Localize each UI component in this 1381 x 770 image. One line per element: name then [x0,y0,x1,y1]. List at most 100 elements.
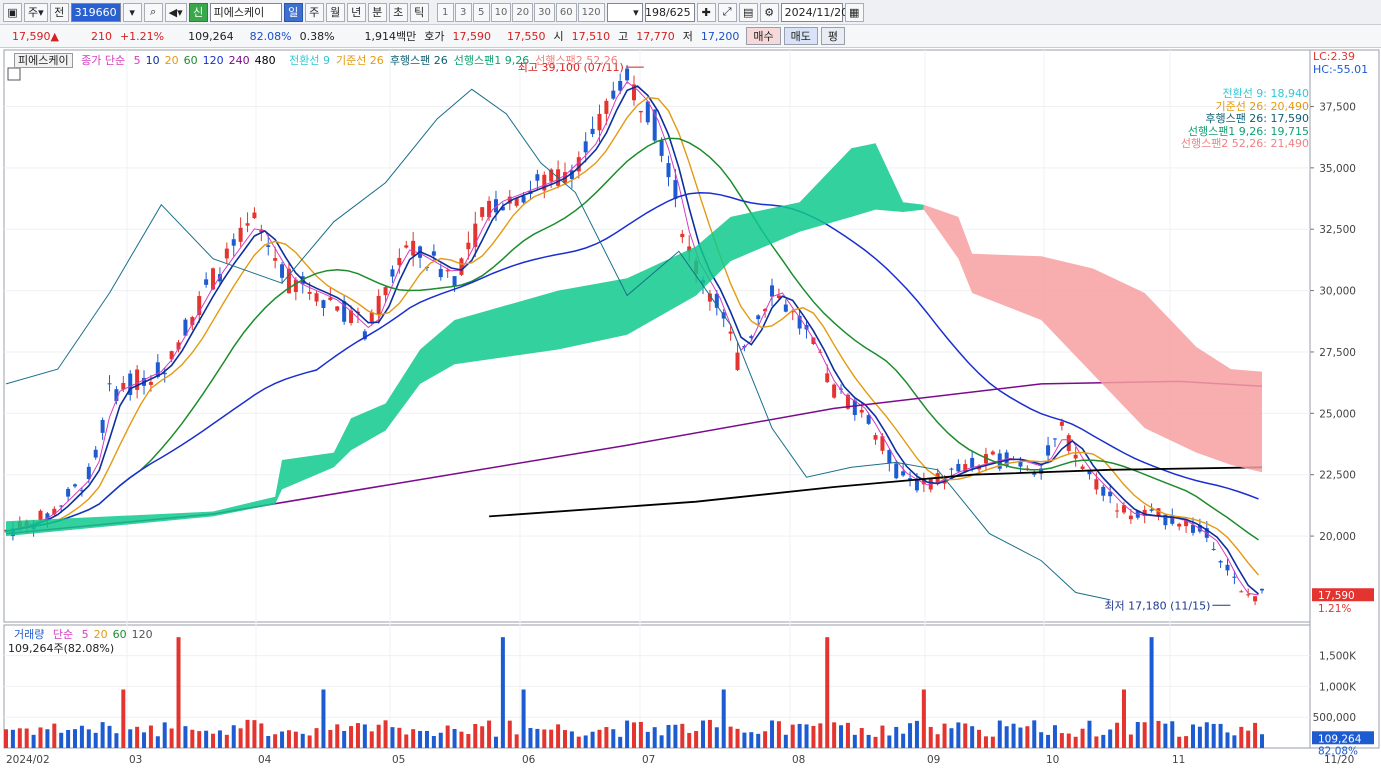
volume-bar [487,720,492,748]
period-tab-3[interactable]: 년 [346,2,366,22]
candle-body [901,471,906,476]
interval-tab-20[interactable]: 20 [512,2,534,22]
volume-bar [866,734,871,748]
candle-body [438,268,443,278]
volume-bar [1135,722,1140,748]
candle-body [1232,576,1237,578]
volume-bar [231,725,236,748]
volume-bar [625,720,630,748]
current-price-tag-label: 17,590 [1318,590,1355,602]
period-tab-2[interactable]: 월 [325,2,345,22]
interval-tab-1[interactable]: 1 [436,2,454,22]
gear-icon[interactable]: ⚙ [759,2,779,22]
candle-body [1101,486,1106,496]
legend-ichimoku-2: 후행스팬 26 [389,54,448,67]
period-tab-4[interactable]: 분 [367,2,387,22]
candle-body [625,68,630,81]
volume-bar [645,731,650,748]
search-icon[interactable]: ⌕ [143,2,163,22]
volume-bar [1260,734,1264,748]
sin-badge[interactable]: 신 [188,2,208,22]
volume-bar [721,689,726,748]
volume-bar [418,730,423,748]
save-icon[interactable]: ▤ [738,2,758,22]
legend-ma-480: 480 [254,54,276,67]
stock-name-field[interactable]: 피에스케이 [209,2,282,22]
period-tab-5[interactable]: 초 [388,2,408,22]
period-tab-0[interactable]: 일 [283,2,303,22]
sell-button[interactable]: 매도 [783,27,818,45]
buy-button[interactable]: 매수 [746,27,781,45]
counter-field[interactable]: 198/625 [644,2,695,22]
interval-tab-5[interactable]: 5 [472,2,490,22]
interval-tab-60[interactable]: 60 [555,2,577,22]
volume-bar [452,729,457,748]
candle-body [431,251,436,256]
date-field[interactable]: 2024/11/20 [780,2,848,22]
sound-icon[interactable]: ◀▾ [164,2,187,22]
candle-body [728,331,733,334]
candle-body [266,245,271,247]
volume-bar [1073,736,1078,748]
candle-body [1128,515,1133,520]
volume-bar [66,729,71,748]
volume-bar [1225,732,1230,748]
volume-bar [1018,727,1023,748]
candle-body [1018,461,1023,467]
interval-dropdown[interactable]: ▾ [606,2,643,22]
volume-bar [1218,723,1223,748]
date-axis-label: 2024/02 [6,754,50,766]
candle-body [859,409,864,413]
volume-bar [1232,735,1237,748]
candle-body [66,488,71,497]
price-axis-label: 27,500 [1319,347,1356,359]
price-axis-label: 37,500 [1319,101,1356,113]
interval-tab-120[interactable]: 120 [577,2,605,22]
pyeong-button[interactable]: 평 [820,27,846,45]
candle-body [314,293,319,302]
volume-bar [1177,736,1182,748]
volume-bar [887,735,892,748]
candle-body [887,450,892,464]
candle-body [1059,421,1064,426]
volume-bar [355,723,360,748]
prev-button[interactable]: 전 [49,2,69,22]
interval-tab-30[interactable]: 30 [534,2,555,22]
period-tab-1[interactable]: 주 [304,2,324,22]
volume-bar [562,730,567,748]
interval-tab-3[interactable]: 3 [454,2,472,22]
volume-bar [404,734,409,748]
volume-bar [707,719,712,748]
period-tab-6[interactable]: 틱 [409,2,429,22]
volume-bar [162,722,167,748]
date-axis-label: 06 [522,754,536,766]
volume-bar [238,728,243,748]
candle-body [1073,454,1078,459]
volume-bar [611,729,616,748]
code-input[interactable]: 319660 [70,2,121,22]
legend-ichimoku-4: 선행스팬2 52,26 [535,54,618,67]
volume-bar [652,727,657,748]
volume-bar [445,725,450,748]
calendar-icon[interactable]: ▦ [844,2,864,22]
date-axis-label: 03 [129,754,142,766]
chart-svg[interactable]: 37,500 35,000 32,500 30,000 27,500 25,000 22,5… [0,48,1381,770]
draw-tool-icon[interactable]: ⤢ [717,2,737,22]
candle-body [466,242,471,250]
volume-bar [1149,637,1154,748]
volume-bar [1246,730,1251,748]
volume-bar [397,727,402,748]
interval-tab-10[interactable]: 10 [490,2,512,22]
crosshair-icon[interactable]: ✚ [696,2,716,22]
candle-body [1211,548,1216,550]
volume-bar [38,727,43,748]
code-dropdown-icon[interactable]: ▾ [122,2,142,22]
market-select[interactable]: 주 ▾ [24,2,48,22]
window-icon[interactable]: ▣ [3,2,22,22]
volume-bar [286,730,291,748]
volume-bar [680,723,685,748]
volume-bar [1142,722,1147,748]
chart-area[interactable]: 37,500 35,000 32,500 30,000 27,500 25,000 22,5… [0,48,1381,770]
candle-body [535,174,540,181]
volume-bar [17,728,22,748]
